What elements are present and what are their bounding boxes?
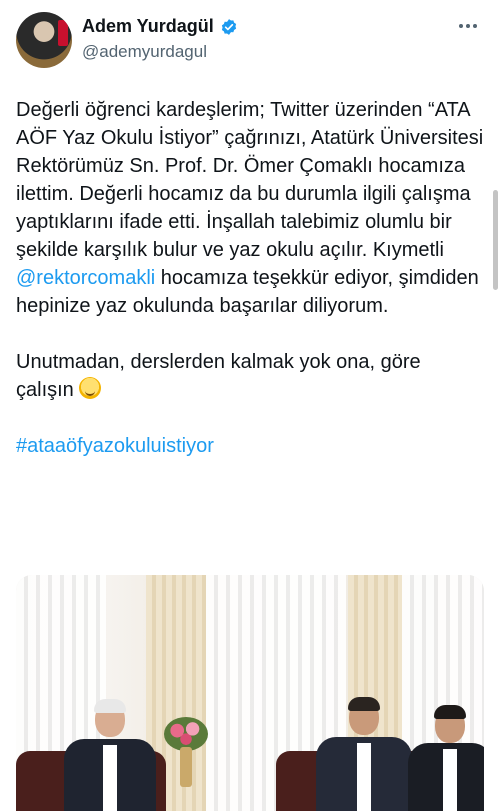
avatar[interactable] xyxy=(16,12,72,68)
author-name-row: Adem Yurdagül xyxy=(82,16,238,37)
tweet-photo[interactable] xyxy=(16,575,484,811)
tweet-text: Değerli öğrenci kardeşlerim; Twitter üze… xyxy=(16,96,484,488)
author-handle[interactable]: @ademyurdagul xyxy=(82,42,207,62)
tweet-header: Adem Yurdagül @ademyurdagul xyxy=(16,12,484,70)
verified-badge-icon xyxy=(221,18,236,35)
scrollbar[interactable] xyxy=(493,190,498,290)
vase-decor xyxy=(180,747,192,787)
more-options-icon[interactable] xyxy=(456,14,480,38)
tweet-paragraph-2: Unutmadan, derslerden kalmak yok ona, gö… xyxy=(16,348,484,404)
hashtag-link[interactable]: #ataaöfyazokuluistiyor xyxy=(16,435,214,457)
author-display-name[interactable]: Adem Yurdagül xyxy=(82,16,214,37)
tweet-text-part: Değerli öğrenci kardeşlerim; Twitter üze… xyxy=(16,99,484,261)
smiling-face-icon xyxy=(79,377,102,399)
flowers-decor xyxy=(164,717,208,751)
mention-link[interactable]: @rektorcomakli xyxy=(16,267,155,289)
person-figure xyxy=(408,705,484,811)
tweet-paragraph-3: #ataaöfyazokuluistiyor xyxy=(16,432,484,460)
person-figure xyxy=(64,699,156,811)
person-figure xyxy=(316,697,412,811)
tweet-text-part: Unutmadan, derslerden kalmak yok ona, gö… xyxy=(16,351,421,401)
flag-icon xyxy=(58,20,68,46)
tweet-paragraph-1: Değerli öğrenci kardeşlerim; Twitter üze… xyxy=(16,96,484,320)
